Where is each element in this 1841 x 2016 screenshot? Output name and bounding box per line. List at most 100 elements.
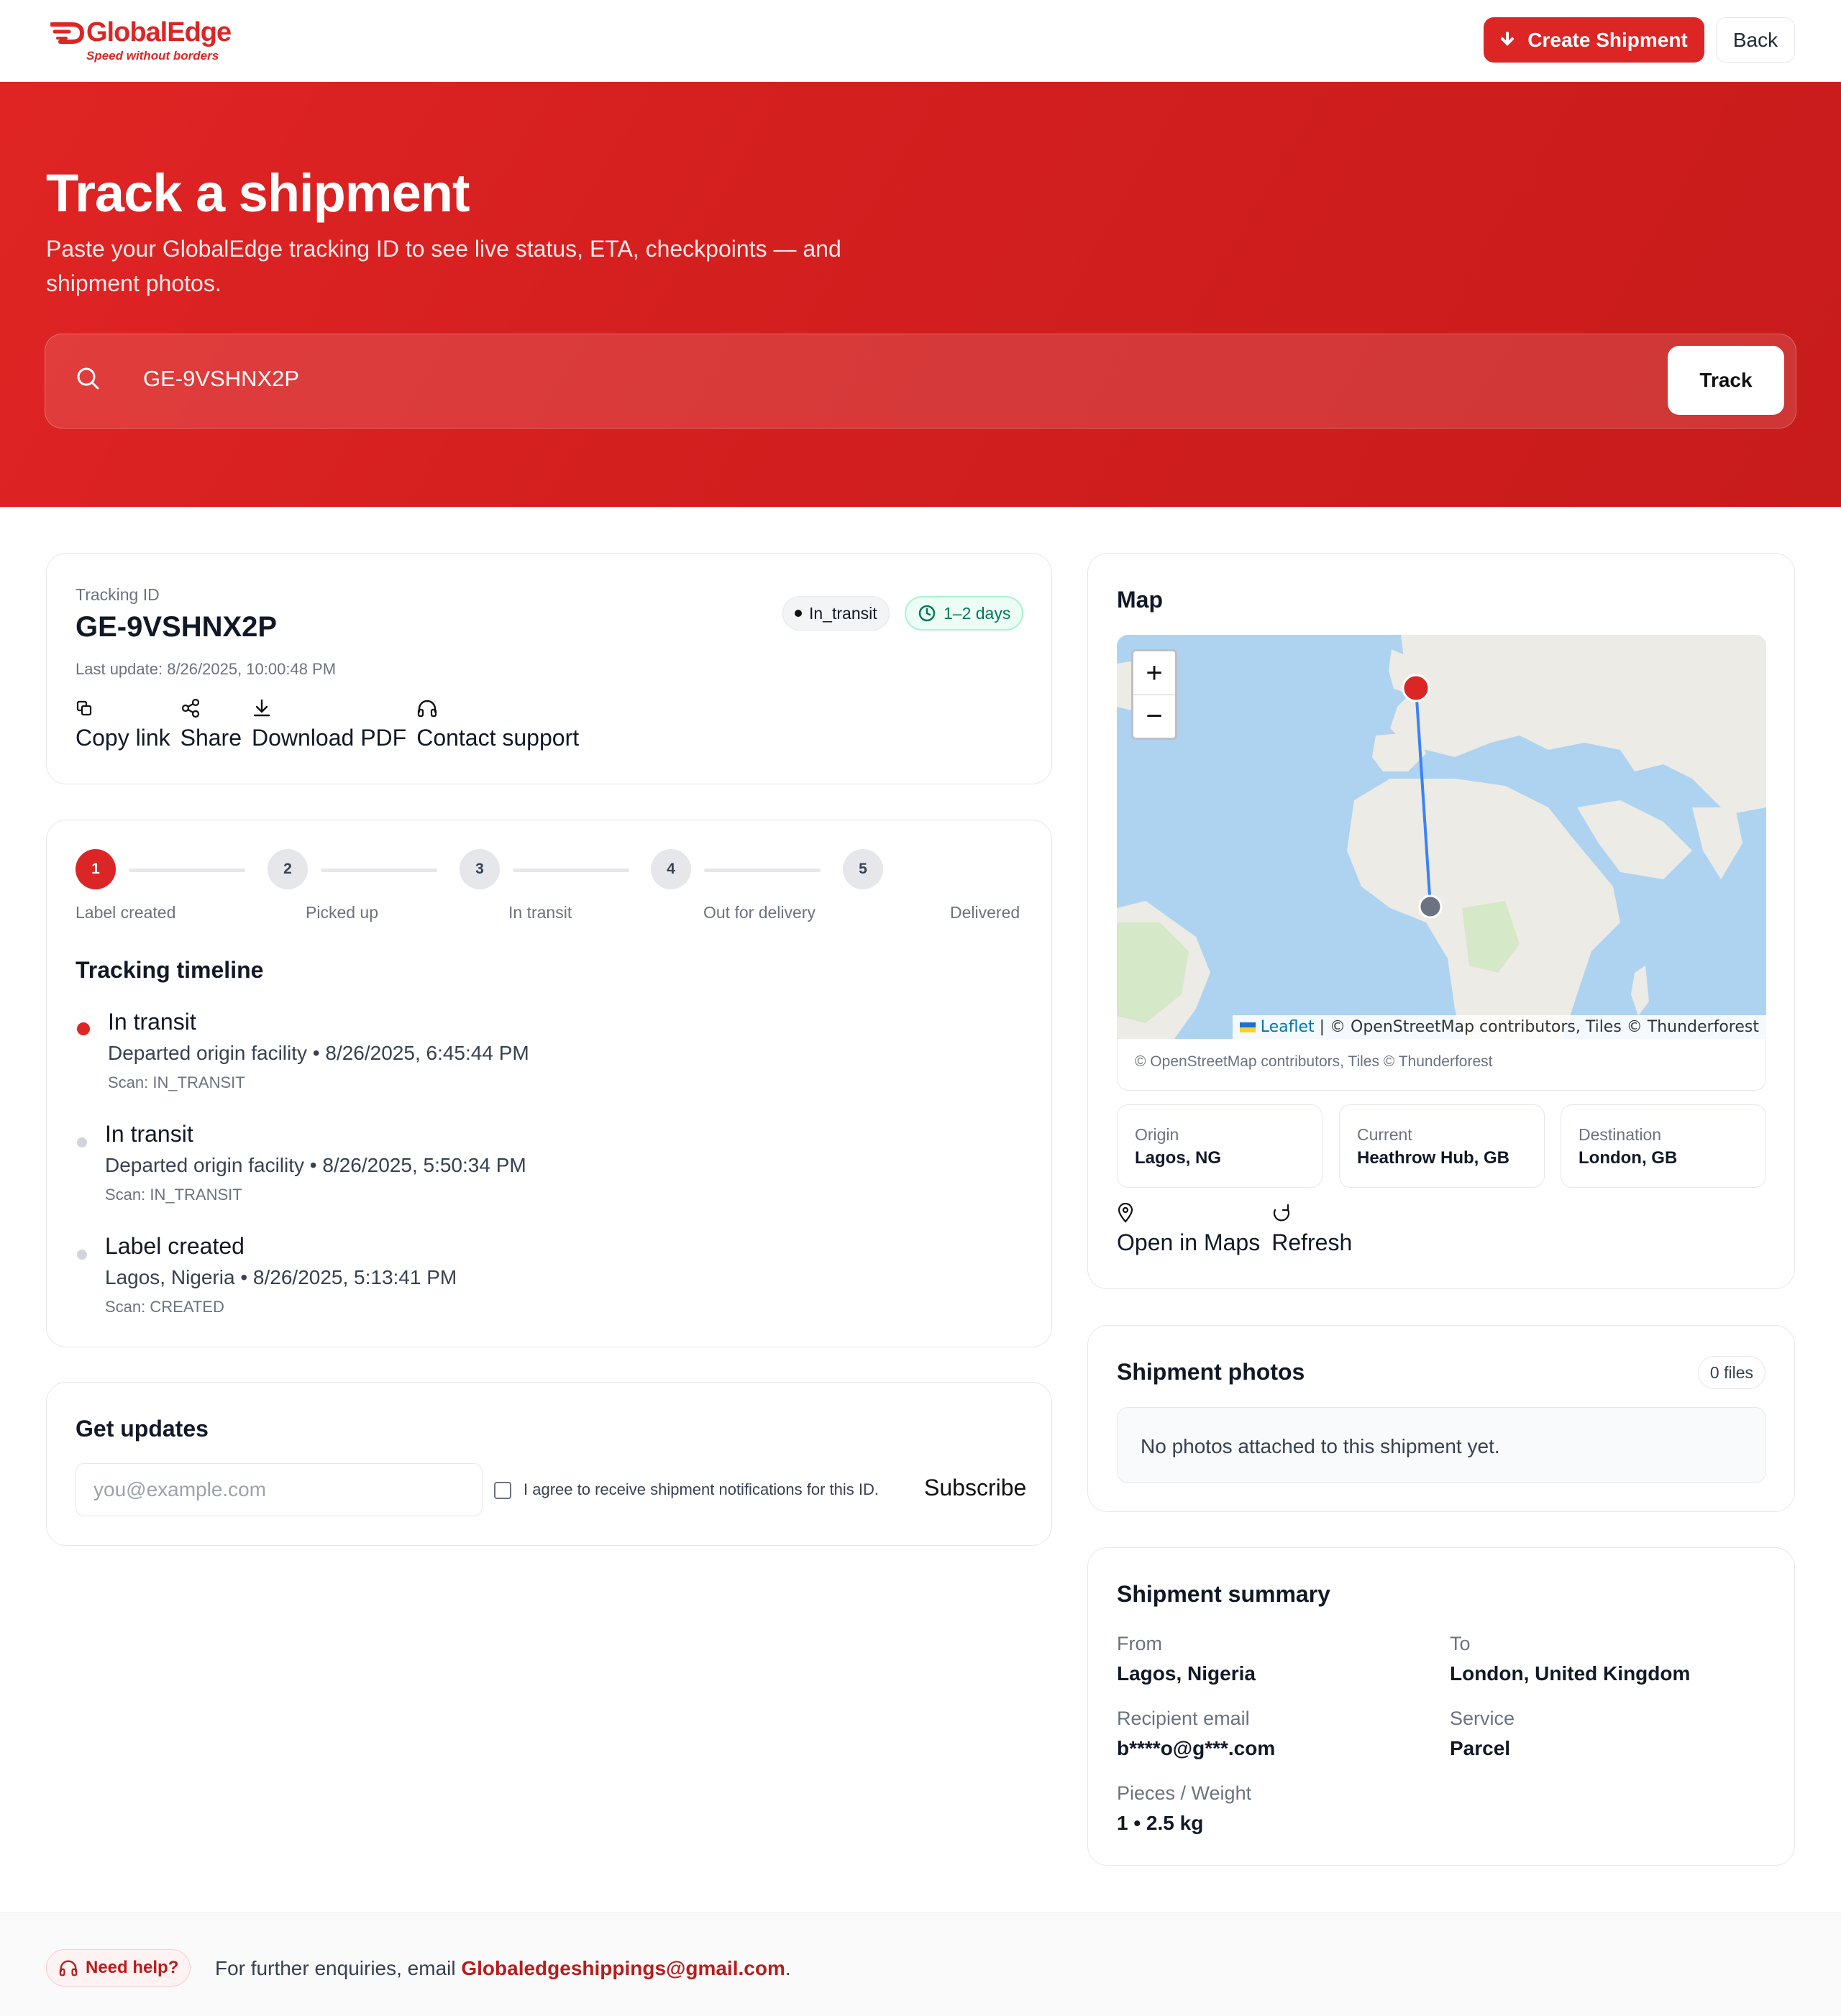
track-button[interactable]: Track xyxy=(1668,346,1784,415)
step-connector xyxy=(513,869,629,872)
summary-pieces-weight: Pieces / Weight 1 • 2.5 kg xyxy=(1117,1782,1251,1835)
summary-recipient-email: Recipient email b****o@g***.com xyxy=(1117,1708,1275,1760)
origin-value: Lagos, NG xyxy=(1135,1148,1222,1168)
headphones-icon xyxy=(418,700,437,718)
email-field[interactable] xyxy=(76,1463,483,1516)
step-3-label: In transit xyxy=(508,903,572,922)
support-email-link[interactable]: Globaledgeshippings@gmail.com xyxy=(461,1957,785,1979)
page-subtitle: Paste your GlobalEdge tracking ID to see… xyxy=(46,236,841,296)
tracking-search-input[interactable]: GE-9VSHNX2P xyxy=(143,366,299,392)
create-shipment-button[interactable]: Create Shipment xyxy=(1484,17,1704,63)
tracking-actions: Copy link Share Download PDF Contact sup… xyxy=(76,696,579,751)
zoom-out-button[interactable]: − xyxy=(1133,695,1175,738)
timeline-event-title: In transit xyxy=(108,1009,196,1035)
share-icon xyxy=(181,698,199,718)
from-value: Lagos, Nigeria xyxy=(1117,1662,1256,1685)
refresh-label: Refresh xyxy=(1271,1229,1353,1255)
enquiry-text: For further enquiries, email Globaledges… xyxy=(215,1957,791,1980)
to-label: To xyxy=(1450,1633,1471,1654)
copy-icon xyxy=(76,700,92,716)
step-3-circle: 3 xyxy=(460,849,500,889)
timeline-title: Tracking timeline xyxy=(76,957,264,983)
timeline-event-detail: Departed origin facility • 8/26/2025, 6:… xyxy=(108,1042,529,1064)
recipient-email-value: b****o@g***.com xyxy=(1117,1737,1276,1759)
back-button[interactable]: Back xyxy=(1716,17,1795,63)
brand-logo[interactable]: GlobalEdge Speed without borders xyxy=(50,16,237,63)
summary-title: Shipment summary xyxy=(1117,1581,1330,1607)
headphones-icon xyxy=(59,1960,78,1976)
enquiry-prefix: For further enquiries, email xyxy=(215,1957,462,1979)
contact-support-label: Contact support xyxy=(416,725,580,751)
consent-checkbox[interactable] xyxy=(494,1482,511,1499)
timeline-event-scan: Scan: IN_TRANSIT xyxy=(105,1186,242,1204)
map-attribution-text: | © OpenStreetMap contributors, Tiles © … xyxy=(1314,1018,1759,1036)
timeline-dot-active xyxy=(77,1022,90,1035)
timeline-event-scan: Scan: IN_TRANSIT xyxy=(108,1073,245,1091)
clock-icon xyxy=(918,605,936,622)
destination-box: Destination London, GB xyxy=(1561,1104,1766,1188)
from-label: From xyxy=(1117,1633,1162,1654)
status-badge: In_transit xyxy=(782,596,890,631)
route-map[interactable]: + − Leaflet | © OpenStreetMap contributo… xyxy=(1117,635,1766,1039)
need-help-label: Need help? xyxy=(86,1958,179,1977)
contact-support-button[interactable]: Contact support xyxy=(416,696,579,751)
page-title: Track a shipment xyxy=(46,163,470,223)
timeline-dot xyxy=(77,1137,87,1147)
zoom-in-button[interactable]: + xyxy=(1133,651,1175,695)
share-button[interactable]: Share xyxy=(181,696,242,751)
brand-name: GlobalEdge xyxy=(86,17,232,47)
map-attribution: Leaflet | © OpenStreetMap contributors, … xyxy=(1232,1015,1766,1039)
summary-service: Service Parcel xyxy=(1450,1708,1515,1760)
tracking-id-value: GE-9VSHNX2P xyxy=(76,611,278,643)
tracking-progress-card: 1 2 3 4 5 Label created Picked up In tra… xyxy=(46,820,1052,1347)
hero-banner: Track a shipment Paste your GlobalEdge t… xyxy=(0,82,1841,507)
map-tiles xyxy=(1117,635,1766,1039)
download-pdf-button[interactable]: Download PDF xyxy=(252,696,406,751)
timeline-event-title: In transit xyxy=(105,1121,193,1147)
step-5-label: Delivered xyxy=(950,903,1020,922)
map-zoom-control: + − xyxy=(1131,649,1177,740)
map-pin-icon xyxy=(1118,1203,1133,1223)
need-help-button[interactable]: Need help? xyxy=(46,1949,191,1987)
step-2-label: Picked up xyxy=(306,903,379,922)
share-label: Share xyxy=(180,725,242,751)
brand-tagline: Speed without borders xyxy=(86,49,219,63)
flag-icon xyxy=(1239,1022,1256,1032)
subscribe-button[interactable]: Subscribe xyxy=(924,1475,1026,1501)
status-dot-icon xyxy=(795,610,802,617)
timeline-event-scan: Scan: CREATED xyxy=(105,1298,224,1316)
status-text: In_transit xyxy=(809,603,877,623)
download-icon xyxy=(253,699,270,717)
refresh-button[interactable]: Refresh xyxy=(1271,1201,1352,1256)
eta-badge: 1–2 days xyxy=(905,596,1024,631)
top-bar: GlobalEdge Speed without borders Create … xyxy=(0,0,1841,82)
summary-to: To London, United Kingdom xyxy=(1450,1633,1690,1685)
step-1-label: Label created xyxy=(76,903,176,922)
last-update-text: Last update: 8/26/2025, 10:00:48 PM xyxy=(76,660,337,678)
no-photos-message: No photos attached to this shipment yet. xyxy=(1117,1407,1766,1483)
download-arrow-icon xyxy=(1501,31,1515,46)
copy-link-button[interactable]: Copy link xyxy=(76,696,170,751)
summary-from: From Lagos, Nigeria xyxy=(1117,1633,1256,1685)
step-connector xyxy=(129,869,245,872)
copy-link-label: Copy link xyxy=(76,725,170,751)
get-updates-card: Get updates I agree to receive shipment … xyxy=(46,1382,1052,1546)
step-1-circle: 1 xyxy=(76,849,116,889)
step-5-circle: 5 xyxy=(843,849,883,889)
enquiry-period: . xyxy=(785,1957,791,1979)
destination-label: Destination xyxy=(1579,1125,1662,1144)
open-in-maps-button[interactable]: Open in Maps xyxy=(1117,1201,1260,1256)
to-value: London, United Kingdom xyxy=(1450,1662,1691,1685)
leaflet-link[interactable]: Leaflet xyxy=(1261,1018,1315,1036)
photos-title: Shipment photos xyxy=(1117,1359,1305,1385)
updates-title: Get updates xyxy=(76,1416,209,1442)
search-icon xyxy=(77,367,99,390)
current-value: Heathrow Hub, GB xyxy=(1357,1148,1510,1168)
step-2-circle: 2 xyxy=(268,849,308,889)
refresh-icon xyxy=(1274,1204,1290,1222)
tracking-search-bar: GE-9VSHNX2P Track xyxy=(45,334,1796,429)
pieces-weight-label: Pieces / Weight xyxy=(1117,1782,1252,1804)
open-in-maps-label: Open in Maps xyxy=(1117,1229,1261,1255)
create-shipment-label: Create Shipment xyxy=(1527,28,1688,51)
current-label: Current xyxy=(1357,1125,1412,1144)
